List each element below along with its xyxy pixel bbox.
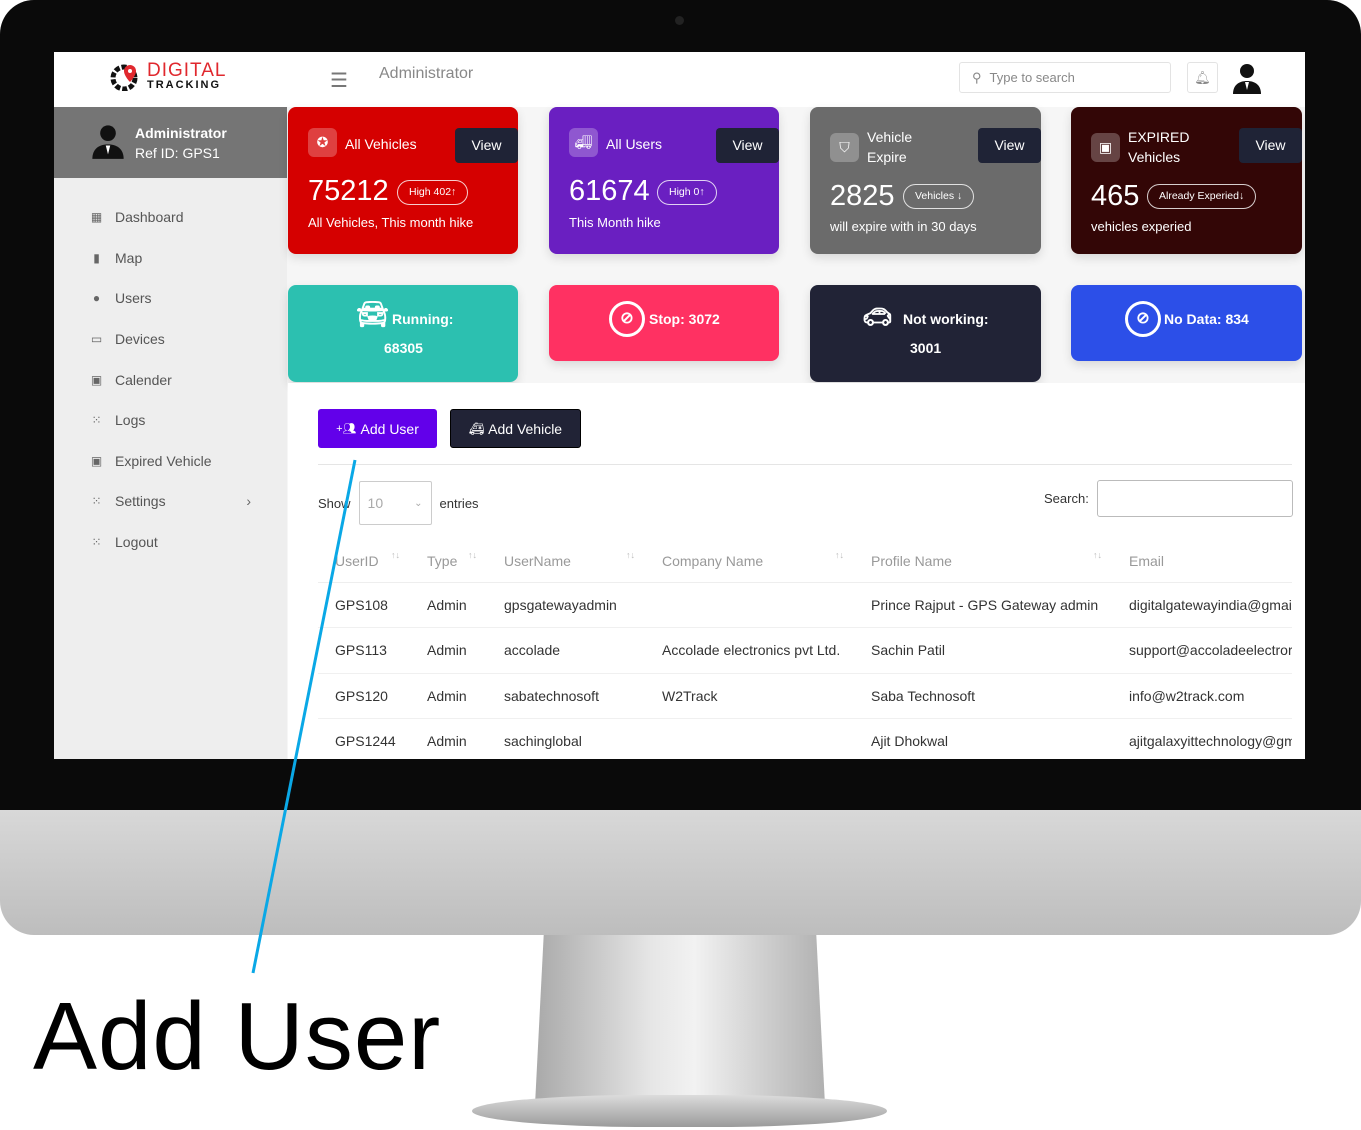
caption: Add User bbox=[33, 983, 442, 1090]
pointer-line bbox=[251, 459, 357, 974]
